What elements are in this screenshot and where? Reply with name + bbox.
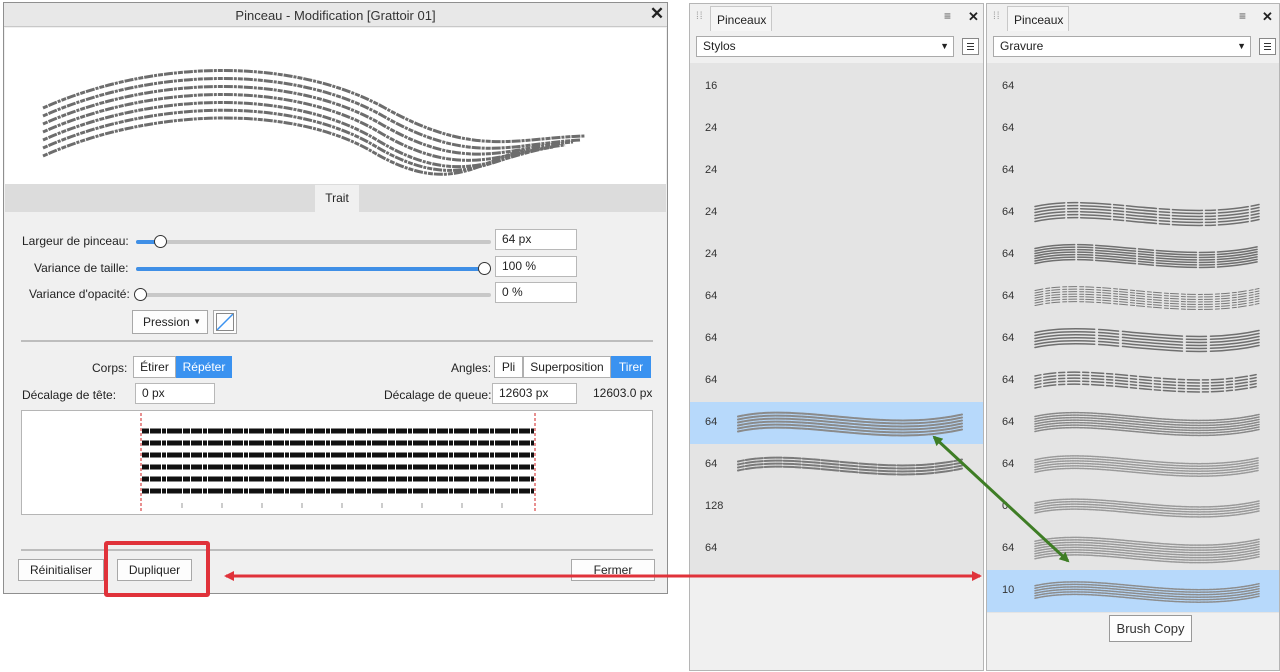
green-arrow: [932, 435, 1070, 563]
annotation-arrows: [224, 435, 1070, 581]
